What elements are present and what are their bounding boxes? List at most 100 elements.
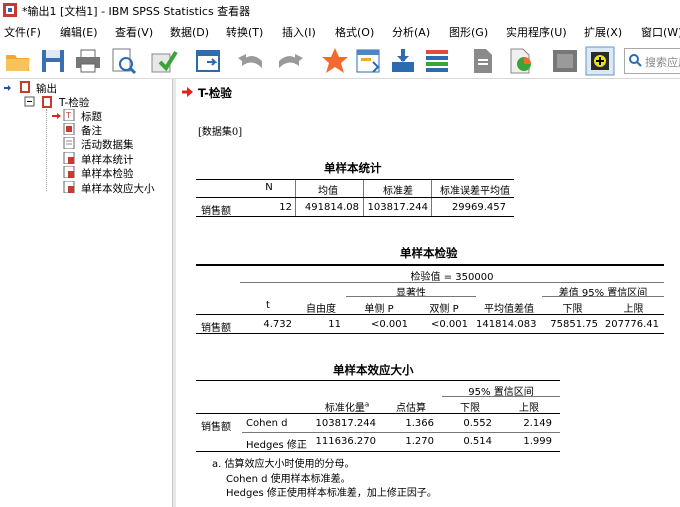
test-header-lower: 下限 [562, 304, 583, 315]
stats-top-rule [196, 179, 514, 180]
menu-extensions[interactable]: 扩展(X) [584, 24, 622, 40]
toolbar [0, 42, 680, 79]
tree-item-one-sample-stats[interactable]: 单样本统计 [81, 152, 134, 167]
test-lower-value: 75851.75 [550, 319, 598, 330]
effect-row-hedges-name: Hedges 修正 [246, 440, 307, 451]
effect-hedges-lower: 0.514 [463, 436, 492, 447]
search-icon [629, 54, 642, 67]
section-title: T-检验 [198, 86, 232, 100]
tree-item-effect-size[interactable]: 单样本效应大小 [81, 181, 155, 196]
test-header-rule [196, 314, 664, 315]
menu-utilities[interactable]: 实用程序(U) [506, 24, 567, 40]
test-header-two-sided: 双侧 P [429, 304, 459, 315]
goto-case-icon[interactable] [353, 46, 383, 76]
title-bar: *输出1 [文档1] - IBM SPSS Statistics 查看器 [0, 0, 680, 21]
collapse-toggle-icon[interactable] [24, 96, 36, 108]
designate-window-icon[interactable] [467, 46, 497, 76]
title-icon: T [63, 109, 75, 121]
effect-ci-rule [442, 396, 560, 397]
search-input[interactable]: 搜索应用 [624, 48, 680, 74]
effect-header-point: 点估算 [396, 403, 426, 414]
menu-transform[interactable]: 转换(T) [226, 24, 263, 40]
test-upper-value: 207776.41 [604, 319, 659, 330]
effect-top-rule [196, 380, 560, 381]
effect-header-std: 标准化量a [314, 399, 380, 414]
tree-node-ttest[interactable]: T-检验 [59, 95, 89, 110]
test-df-value: 11 [328, 319, 341, 330]
output-book-icon [20, 81, 30, 93]
stats-header-n: N [265, 182, 273, 193]
effect-hedges-std: 111636.270 [315, 436, 376, 447]
spss-app-icon [3, 3, 17, 17]
active-dataset-icon [63, 137, 75, 149]
tree-item-active-dataset[interactable]: 活动数据集 [81, 137, 134, 152]
effect-cohen-std: 103817.244 [315, 418, 376, 429]
test-ci-rule [542, 296, 664, 297]
print-icon[interactable] [73, 46, 103, 76]
search-placeholder: 搜索应用 [645, 56, 680, 69]
test-header-one-sided: 单侧 P [364, 304, 394, 315]
menu-edit[interactable]: 编辑(E) [60, 24, 98, 40]
hide-icon[interactable] [550, 46, 580, 76]
export-icon[interactable] [148, 46, 178, 76]
effect-hedges-point: 1.270 [405, 436, 434, 447]
variables-icon[interactable] [388, 46, 418, 76]
menu-data[interactable]: 数据(D) [170, 24, 209, 40]
test-mean-diff-value: 141814.083 [476, 319, 537, 330]
menu-format[interactable]: 格式(O) [335, 24, 374, 40]
test-top-rule [196, 264, 664, 266]
create-graph-icon[interactable] [505, 46, 535, 76]
tree-root-output[interactable]: 输出 [36, 81, 57, 96]
use-sets-icon[interactable] [422, 46, 452, 76]
goto-data-icon[interactable] [320, 46, 350, 76]
effect-header-lower: 下限 [460, 403, 480, 414]
test-header-t: t [266, 300, 270, 311]
stats-row-label: 销售额 [201, 206, 231, 217]
menu-graphs[interactable]: 图形(G) [449, 24, 488, 40]
effect-footnote-cohen: Cohen d 使用样本标准差。 [226, 474, 351, 485]
tree-item-one-sample-test[interactable]: 单样本检验 [81, 166, 134, 181]
stats-table-icon [63, 152, 75, 164]
output-root-icon [4, 85, 11, 91]
expand-icon[interactable] [585, 46, 615, 76]
effect-header-upper: 上限 [519, 403, 539, 414]
test-table-title[interactable]: 单样本检验 [400, 245, 458, 261]
tree-item-notes[interactable]: 备注 [81, 123, 102, 138]
window-title: *输出1 [文档1] - IBM SPSS Statistics 查看器 [22, 5, 251, 18]
effect-table-title[interactable]: 单样本效应大小 [333, 362, 414, 378]
test-one-sided-value: <0.001 [370, 319, 408, 330]
menu-view[interactable]: 查看(V) [115, 24, 153, 40]
undo-icon[interactable] [236, 46, 266, 76]
stats-table-title[interactable]: 单样本统计 [324, 160, 382, 176]
menu-insert[interactable]: 插入(I) [282, 24, 316, 40]
test-table-icon [63, 166, 75, 178]
stats-col-divider [431, 180, 432, 216]
save-icon[interactable] [38, 46, 68, 76]
test-subheader-rule [240, 282, 664, 283]
menu-analyze[interactable]: 分析(A) [392, 24, 430, 40]
tree-item-title[interactable]: 标题 [81, 109, 102, 124]
open-folder-icon[interactable] [3, 46, 33, 76]
stats-col-divider [295, 180, 296, 216]
test-t-value: 4.732 [263, 319, 292, 330]
current-output-arrow-icon [182, 87, 193, 97]
stats-mean-value: 491814.08 [304, 202, 359, 213]
test-row-label: 销售额 [201, 323, 231, 334]
menu-file[interactable]: 文件(F) [4, 24, 41, 40]
test-header-upper: 上限 [623, 304, 644, 315]
print-preview-icon[interactable] [108, 46, 138, 76]
ttest-book-icon [42, 96, 52, 108]
effect-cohen-point: 1.366 [405, 418, 434, 429]
effect-header-rule [196, 413, 560, 414]
effect-cohen-upper: 2.149 [523, 418, 552, 429]
recall-dialog-icon[interactable] [193, 46, 223, 76]
output-contents-pane: T-检验 [数据集0] 单样本统计 N 均值 标准差 标准误差平均值 销售额 1… [176, 79, 680, 507]
menu-window[interactable]: 窗口(W) [641, 24, 680, 40]
stats-header-sem: 标准误差平均值 [440, 186, 510, 197]
effect-footnote-hedges: Hedges 修正使用样本标准差，加上修正因子。 [226, 488, 437, 499]
stats-header-rule [196, 197, 514, 198]
stats-header-mean: 均值 [318, 186, 338, 197]
effect-row-cohen-name: Cohen d [246, 418, 288, 429]
redo-icon[interactable] [275, 46, 305, 76]
effect-footnote-a: a. 估算效应大小时使用的分母。 [212, 459, 355, 470]
